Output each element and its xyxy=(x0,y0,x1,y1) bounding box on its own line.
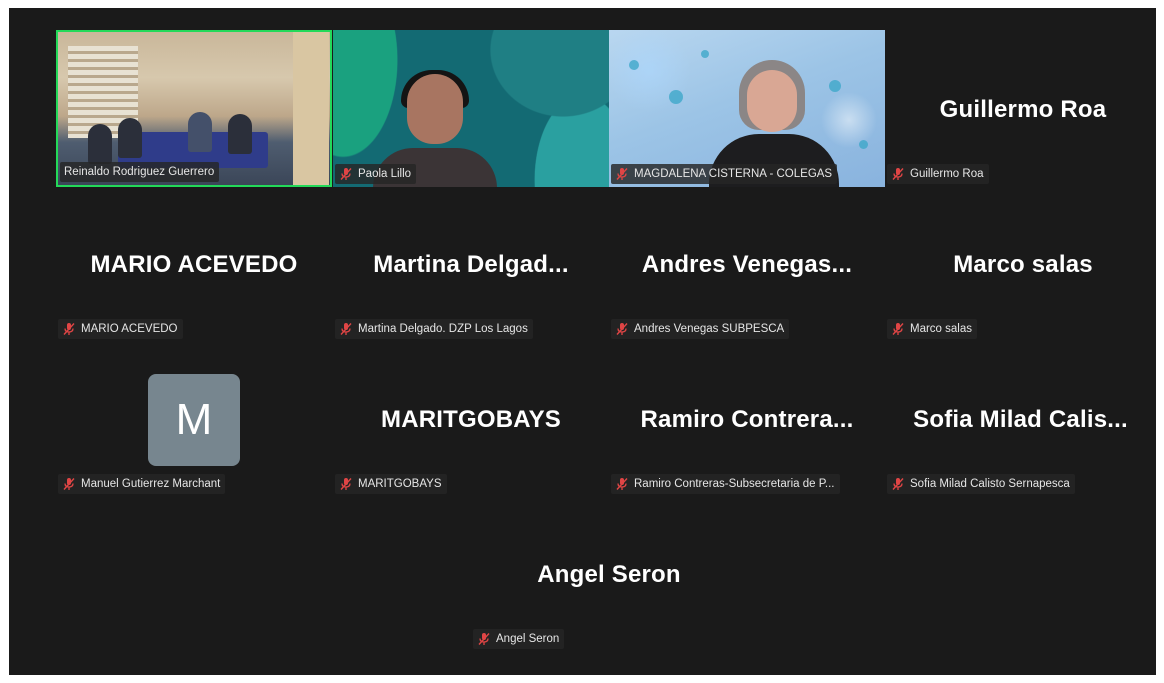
video-feed-face xyxy=(407,74,463,144)
participant-display-name: Andres Venegas... xyxy=(641,251,853,278)
participant-tile-ramiro[interactable]: Ramiro Contrera... Ramiro Contreras-Subs… xyxy=(609,340,885,497)
video-feed-dot xyxy=(669,90,683,104)
video-feed-pillar xyxy=(293,32,329,185)
video-feed-face xyxy=(747,70,797,132)
participant-display-name: Marco salas xyxy=(953,251,1093,278)
participant-display-name: Ramiro Contrera... xyxy=(640,406,854,433)
participant-name-label: Martina Delgado. DZP Los Lagos xyxy=(335,319,533,339)
microphone-muted-icon xyxy=(616,478,628,490)
participant-name-label: Angel Seron xyxy=(473,629,565,649)
participant-name-label: Sofia Milad Calisto Sernapesca xyxy=(887,474,1075,494)
participant-tile-paola[interactable]: Paola Lillo xyxy=(333,30,609,187)
microphone-muted-icon xyxy=(478,633,490,645)
microphone-muted-icon xyxy=(616,168,628,180)
microphone-muted-icon xyxy=(340,478,352,490)
participant-tile-guillermo[interactable]: Guillermo Roa Guillermo Roa xyxy=(885,30,1161,187)
participant-display-name: Martina Delgad... xyxy=(373,251,569,278)
participant-name-label: Ramiro Contreras-Subsecretaria de P... xyxy=(611,474,840,494)
microphone-muted-icon xyxy=(340,323,352,335)
video-feed-dot xyxy=(829,80,841,92)
participant-display-name: Guillermo Roa xyxy=(939,96,1107,123)
participant-tile-manuel[interactable]: M Manuel Gutierrez Marchant xyxy=(56,340,332,497)
participant-name-label: MARITGOBAYS xyxy=(335,474,447,494)
participant-name-label: Reinaldo Rodriguez Guerrero xyxy=(60,162,220,182)
participant-tile-reinaldo[interactable]: Reinaldo Rodriguez Guerrero xyxy=(56,30,332,187)
microphone-muted-icon xyxy=(63,323,75,335)
participant-name-label: MAGDALENA CISTERNA - COLEGAS xyxy=(611,164,838,184)
participant-name-label: Manuel Gutierrez Marchant xyxy=(58,474,226,494)
video-feed-dot xyxy=(859,140,868,149)
participant-name-label: Andres Venegas SUBPESCA xyxy=(611,319,790,339)
avatar: M xyxy=(148,374,240,466)
microphone-muted-icon xyxy=(892,168,904,180)
participant-tile-martina[interactable]: Martina Delgad... Martina Delgado. DZP L… xyxy=(333,185,609,342)
participant-display-name: Angel Seron xyxy=(537,561,681,588)
video-feed-person xyxy=(118,118,142,158)
microphone-muted-icon xyxy=(616,323,628,335)
participant-name-label: Marco salas xyxy=(887,319,977,339)
video-feed-person xyxy=(228,114,252,154)
microphone-muted-icon xyxy=(892,478,904,490)
participant-tile-sofia[interactable]: Sofia Milad Calis... Sofia Milad Calisto… xyxy=(885,340,1156,497)
video-feed-person xyxy=(88,124,112,164)
video-feed-dot xyxy=(701,50,709,58)
participant-display-name: Sofia Milad Calis... xyxy=(913,406,1128,433)
participant-tile-mario[interactable]: MARIO ACEVEDO MARIO ACEVEDO xyxy=(56,185,332,342)
participant-tile-maritgobays[interactable]: MARITGOBAYS MARITGOBAYS xyxy=(333,340,609,497)
participant-display-name: MARITGOBAYS xyxy=(381,406,561,433)
gallery-view: Reinaldo Rodriguez Guerrero Paola Lillo xyxy=(9,8,1156,675)
microphone-muted-icon xyxy=(892,323,904,335)
participant-tile-andres[interactable]: Andres Venegas... Andres Venegas SUBPESC… xyxy=(609,185,885,342)
participant-name-label: Paola Lillo xyxy=(335,164,417,184)
participant-name-label: MARIO ACEVEDO xyxy=(58,319,183,339)
participant-name-label: Guillermo Roa xyxy=(887,164,989,184)
microphone-muted-icon xyxy=(63,478,75,490)
participant-display-name: MARIO ACEVEDO xyxy=(90,251,298,278)
participant-tile-marco[interactable]: Marco salas Marco salas xyxy=(885,185,1161,342)
participant-tile-magdalena[interactable]: MAGDALENA CISTERNA - COLEGAS xyxy=(609,30,885,187)
microphone-muted-icon xyxy=(340,168,352,180)
video-feed-person xyxy=(188,112,212,152)
participant-tile-angel[interactable]: Angel Seron Angel Seron xyxy=(471,495,747,652)
video-feed-dot xyxy=(629,60,639,70)
